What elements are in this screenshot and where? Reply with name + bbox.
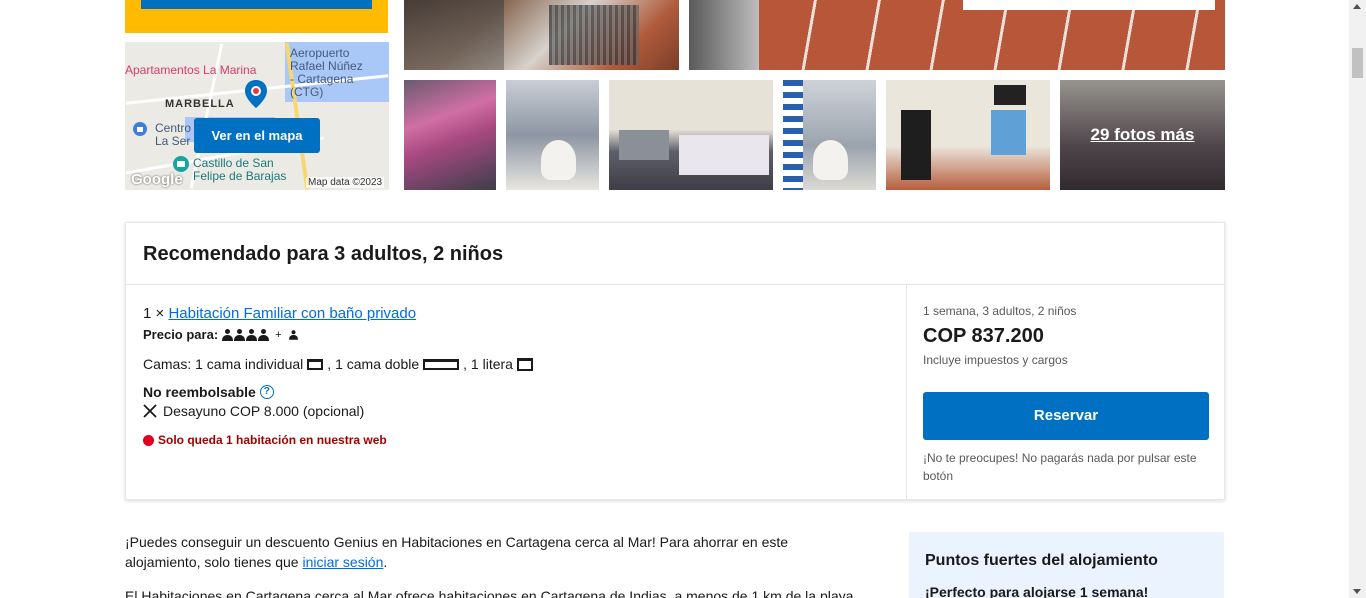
- reserve-now-button[interactable]: [141, 0, 372, 9]
- map-label-castillo: Castillo de San Felipe de Barajas: [193, 156, 287, 183]
- google-logo: Google: [131, 171, 183, 188]
- map-pin-icon: [245, 80, 267, 108]
- landmark-icon: [173, 156, 189, 172]
- alert-dot-icon: [143, 434, 154, 446]
- price-for-label: Precio para:: [143, 327, 219, 342]
- map-label-centro: Centro La Ser: [155, 121, 192, 148]
- photo-thumb-more[interactable]: 29 fotos más: [1060, 80, 1225, 190]
- divider: [126, 284, 1224, 285]
- highlights-title: Puntos fuertes del alojamiento: [925, 552, 1158, 569]
- no-charge-note: ¡No te preocupes! No pagarás nada por pu…: [923, 451, 1197, 483]
- recommendation-card: Recomendado para 3 adultos, 2 niños 1 × …: [125, 222, 1225, 500]
- more-photos-link[interactable]: 29 fotos más: [1060, 80, 1225, 190]
- photo-thumb-5[interactable]: [886, 80, 1050, 190]
- beds-label: Camas: 1 cama individual: [143, 356, 304, 372]
- map-preview[interactable]: Apartamentos La Marina Aeropuerto Rafael…: [125, 42, 389, 190]
- page-scrollbar[interactable]: [1349, 0, 1366, 598]
- scroll-up-icon[interactable]: [1353, 4, 1361, 9]
- total-price: COP 837.200: [923, 325, 1044, 347]
- map-label-hotel: Apartamentos La Marina: [125, 63, 257, 77]
- stay-info: 1 semana, 3 adultos, 2 niños: [923, 304, 1077, 318]
- reserve-panel: [125, 0, 388, 33]
- double-bed-icon: [423, 358, 460, 370]
- shopping-icon: [133, 122, 147, 136]
- room-name-link[interactable]: Habitación Familiar con baño privado: [168, 305, 416, 322]
- bed-double-label: , 1 cama doble: [327, 356, 420, 372]
- genius-text: ¡Puedes conseguir un descuento Genius en…: [125, 534, 789, 570]
- beds-info: Camas: 1 cama individual , 1 cama doble …: [143, 356, 533, 372]
- price-for: Precio para: +: [143, 327, 299, 342]
- room-count: 1 ×: [143, 305, 165, 322]
- recommendation-title: Recomendado para 3 adultos, 2 niños: [143, 243, 504, 265]
- non-refundable: No reembolsable ?: [143, 384, 274, 400]
- login-link[interactable]: iniciar sesión: [302, 554, 383, 570]
- taxes-note: Incluye impuestos y cargos: [923, 353, 1068, 367]
- photo-floor[interactable]: [689, 0, 1225, 70]
- photo-thumb-4[interactable]: [783, 80, 876, 190]
- show-on-map-button[interactable]: Ver en el mapa: [194, 118, 320, 153]
- reserve-button[interactable]: Reservar: [923, 392, 1209, 440]
- cutlery-icon: [143, 404, 157, 418]
- map-label-airport: Aeropuerto Rafael Núñez - Cartagena (CTG…: [290, 46, 363, 99]
- scroll-down-icon[interactable]: [1353, 589, 1361, 594]
- map-label-marbella: MARBELLA: [165, 98, 235, 110]
- info-icon[interactable]: ?: [259, 385, 274, 399]
- non-refundable-label: No reembolsable: [143, 384, 256, 400]
- divider: [906, 285, 907, 500]
- breakfast-label: Desayuno COP 8.000 (opcional): [163, 403, 365, 419]
- property-highlights: Puntos fuertes del alojamiento ¡Perfecto…: [909, 532, 1224, 598]
- scarcity-message: Solo queda 1 habitación en nuestra web: [143, 433, 387, 447]
- bed-bunk-label: , 1 litera: [463, 356, 513, 372]
- photo-thumb-1[interactable]: [404, 80, 496, 190]
- scroll-thumb[interactable]: [1352, 48, 1363, 78]
- photo-thumb-2[interactable]: [506, 80, 599, 190]
- room-line: 1 × Habitación Familiar con baño privado: [143, 305, 416, 322]
- highlights-subtitle: ¡Perfecto para alojarse 1 semana!: [925, 584, 1149, 598]
- photo-thumb-3[interactable]: [609, 80, 773, 190]
- photo-main[interactable]: [404, 0, 679, 70]
- adults-icon: [222, 328, 270, 341]
- property-description: El Habitaciones en Cartagena cerca al Ma…: [125, 588, 854, 598]
- map-attribution: Map data ©2023: [306, 177, 385, 188]
- scarcity-label: Solo queda 1 habitación en nuestra web: [158, 433, 387, 447]
- bunk-bed-icon: [516, 357, 533, 371]
- single-bed-icon: [307, 358, 324, 370]
- child-icon: [288, 329, 299, 341]
- genius-discount-text: ¡Puedes conseguir un descuento Genius en…: [125, 534, 789, 570]
- breakfast-info: Desayuno COP 8.000 (opcional): [143, 403, 364, 419]
